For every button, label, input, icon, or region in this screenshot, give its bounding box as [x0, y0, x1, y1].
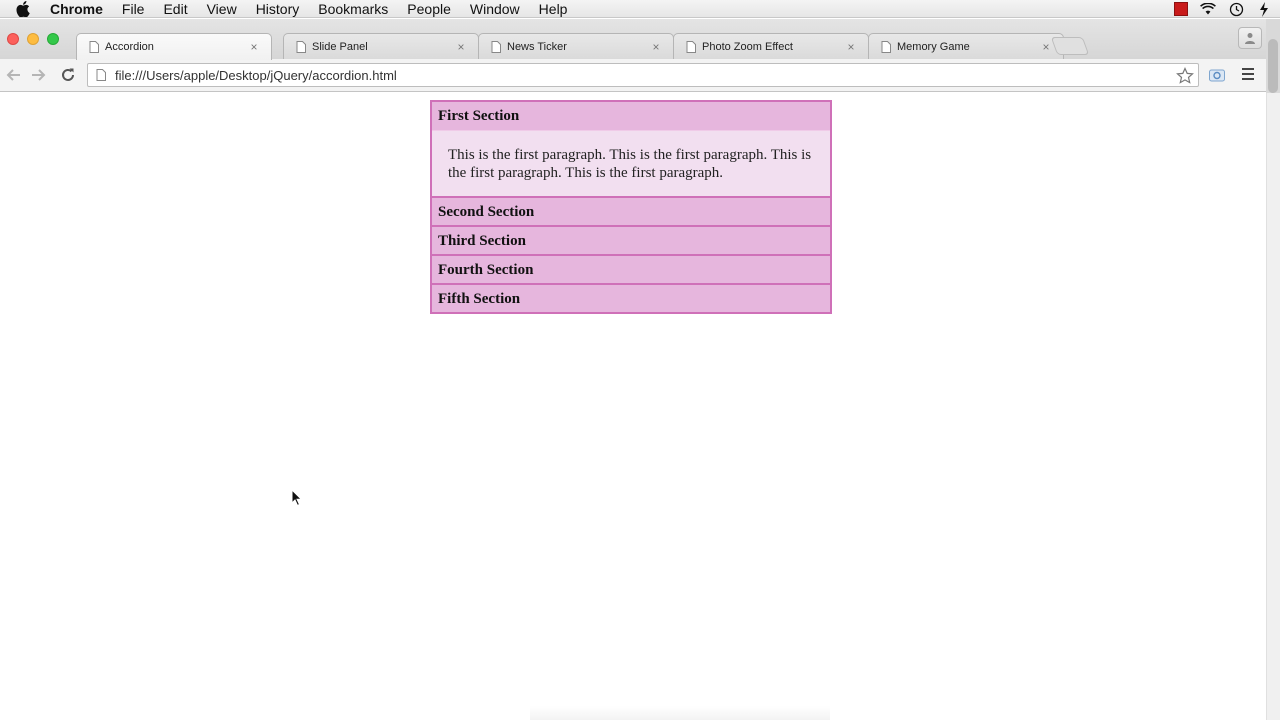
window-close-button[interactable] [7, 33, 19, 45]
page-icon [96, 69, 106, 81]
browser-tab-strip: Memory Game × Photo Zoom Effect × News T… [0, 19, 1280, 60]
accordion-panel-first-section: This is the first paragraph. This is the… [432, 130, 830, 196]
menubar-status-area [1174, 0, 1272, 18]
hamburger-menu-icon[interactable] [1240, 67, 1258, 83]
mouse-cursor-icon [291, 489, 303, 507]
time-machine-icon[interactable] [1228, 1, 1244, 17]
tab-accordion[interactable]: Accordion × [76, 33, 272, 60]
menu-edit[interactable]: Edit [163, 1, 187, 17]
menu-app-chrome[interactable]: Chrome [50, 1, 103, 17]
url-text[interactable]: file:///Users/apple/Desktop/jQuery/accor… [115, 68, 397, 83]
tab-close-icon[interactable]: × [247, 40, 261, 54]
accordion-header-fourth-section[interactable]: Fourth Section [432, 254, 830, 283]
menu-bookmarks[interactable]: Bookmarks [318, 1, 388, 17]
star-icon[interactable] [1176, 67, 1194, 85]
menu-window[interactable]: Window [470, 1, 520, 17]
tab-news-ticker[interactable]: News Ticker × [478, 33, 674, 59]
tab-label: Photo Zoom Effect [702, 40, 793, 53]
tab-close-icon[interactable]: × [844, 40, 858, 54]
forward-arrow-icon[interactable] [29, 65, 49, 85]
tab-label: Memory Game [897, 40, 970, 53]
menu-file[interactable]: File [122, 1, 145, 17]
page-bottom-shade [530, 706, 830, 720]
tab-close-icon[interactable]: × [1039, 40, 1053, 54]
window-zoom-button[interactable] [47, 33, 59, 45]
accordion-header-first-section[interactable]: First Section [432, 102, 830, 130]
tab-label: Slide Panel [312, 40, 368, 53]
wifi-icon[interactable] [1200, 1, 1216, 17]
person-icon [1245, 33, 1255, 44]
new-tab-button[interactable] [1050, 37, 1090, 55]
tab-close-icon[interactable]: × [649, 40, 663, 54]
apple-icon[interactable] [16, 0, 32, 17]
tab-slide-panel[interactable]: Slide Panel × [283, 33, 479, 59]
tab-close-icon[interactable]: × [454, 40, 468, 54]
menu-people[interactable]: People [407, 1, 451, 17]
address-bar[interactable]: file:///Users/apple/Desktop/jQuery/accor… [87, 63, 1199, 87]
menu-history[interactable]: History [256, 1, 300, 17]
window-minimize-button[interactable] [27, 33, 39, 45]
document-icon [491, 40, 501, 53]
window-side-rail [1266, 19, 1280, 93]
accordion-header-third-section[interactable]: Third Section [432, 225, 830, 254]
battery-icon[interactable] [1256, 1, 1272, 17]
extension-icon[interactable] [1208, 66, 1226, 84]
tab-photo-zoom-effect[interactable]: Photo Zoom Effect × [673, 33, 869, 59]
document-icon [881, 40, 891, 53]
tab-memory-game[interactable]: Memory Game × [868, 33, 1064, 59]
menu-help[interactable]: Help [539, 1, 568, 17]
menu-view[interactable]: View [207, 1, 237, 17]
document-icon [89, 41, 99, 53]
page-scrollbar[interactable] [1266, 93, 1280, 720]
back-arrow-icon[interactable] [3, 65, 23, 85]
tab-label: News Ticker [507, 40, 567, 53]
reload-icon[interactable] [58, 65, 78, 85]
side-rail-thumb [1268, 39, 1278, 93]
accordion-header-second-section[interactable]: Second Section [432, 196, 830, 225]
document-icon [686, 40, 696, 53]
browser-toolbar: file:///Users/apple/Desktop/jQuery/accor… [0, 59, 1280, 92]
macos-menu-bar: Chrome File Edit View History Bookmarks … [0, 0, 1280, 18]
profile-button[interactable] [1238, 27, 1262, 49]
accordion: First Section This is the first paragrap… [430, 100, 832, 314]
app-status-icon[interactable] [1174, 2, 1188, 16]
accordion-header-fifth-section[interactable]: Fifth Section [432, 283, 830, 312]
tab-label: Accordion [105, 41, 154, 53]
document-icon [296, 40, 306, 53]
